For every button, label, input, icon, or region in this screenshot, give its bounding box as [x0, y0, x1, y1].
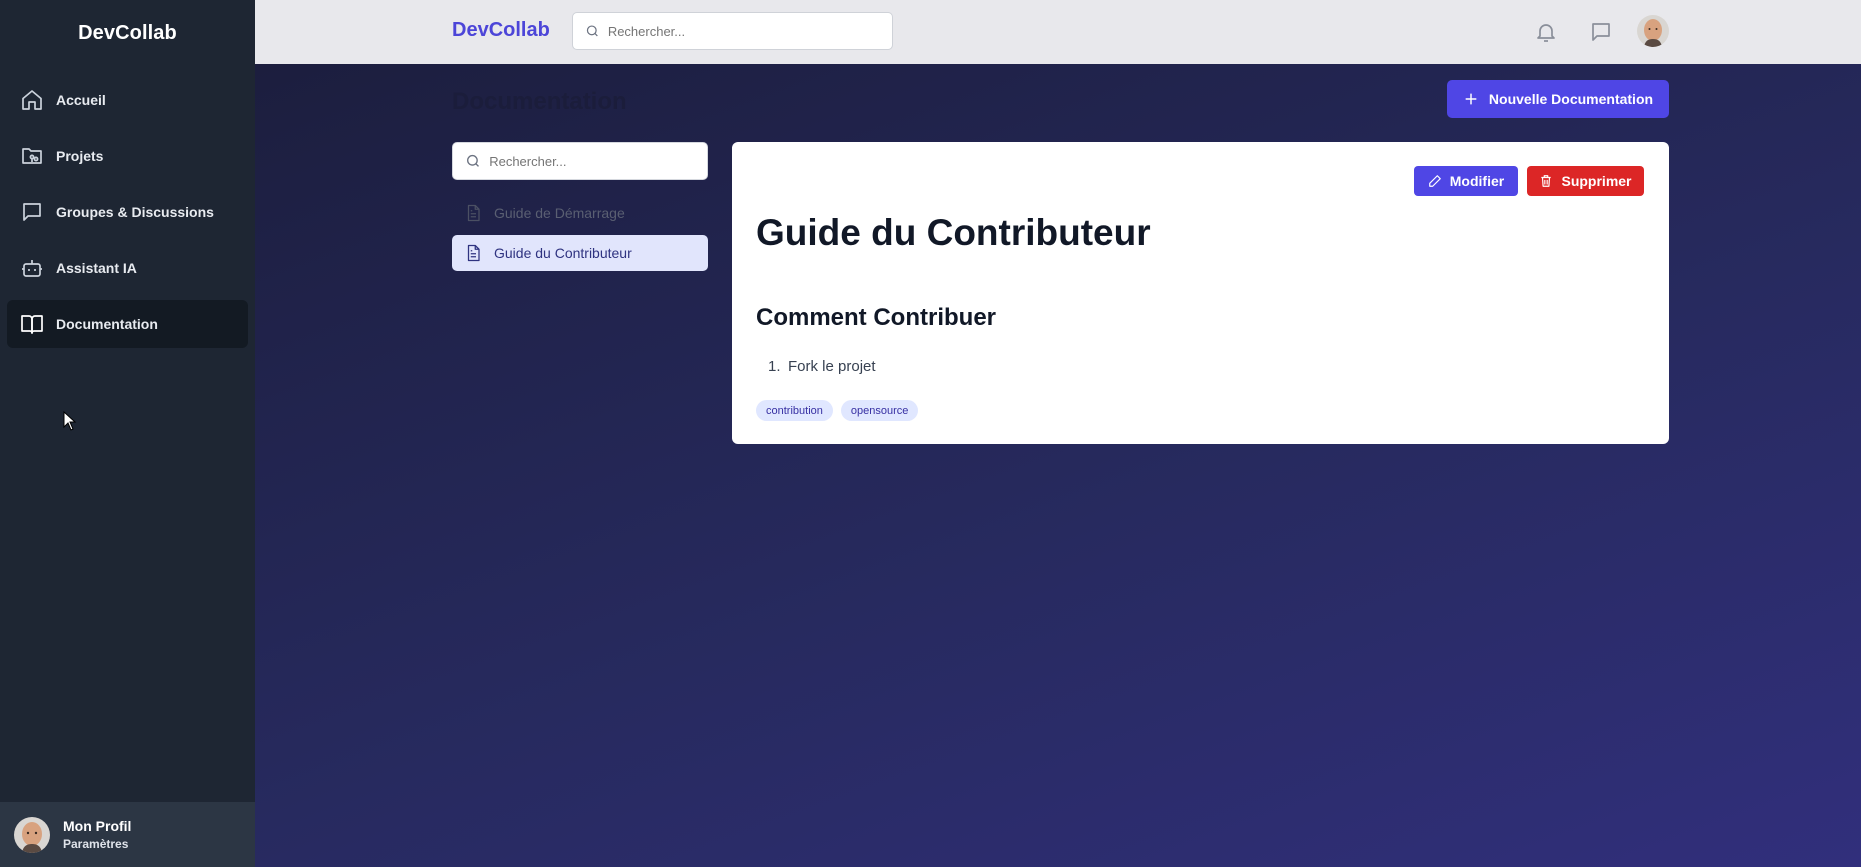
delete-label: Supprimer: [1561, 173, 1632, 189]
sidebar: DevCollab Accueil Projets Groupes & Disc…: [0, 0, 255, 867]
plus-icon: [1465, 93, 1477, 105]
sidebar-item-label: Accueil: [56, 92, 106, 108]
trash-icon: [1541, 175, 1552, 187]
page-title: Documentation: [452, 88, 627, 115]
document-heading: Comment Contribuer: [756, 304, 996, 331]
header-brand[interactable]: DevCollab: [452, 19, 550, 42]
search-icon: [586, 25, 598, 37]
user-avatar[interactable]: [1637, 15, 1669, 47]
profile-menu[interactable]: Mon Profil Paramètres: [0, 802, 255, 867]
bell-icon[interactable]: [1534, 20, 1558, 44]
file-text-icon: [467, 244, 480, 262]
sidebar-item-label: Projets: [56, 148, 104, 164]
list-item-number: 1.: [768, 358, 781, 375]
home-icon: [22, 90, 42, 110]
document-list: Guide de Démarrage Guide du Contributeur: [452, 195, 708, 275]
list-item-text: Fork le projet: [788, 358, 876, 375]
sidebar-item-groupes[interactable]: Groupes & Discussions: [7, 188, 248, 236]
delete-button[interactable]: Supprimer: [1527, 166, 1644, 196]
doc-search-input[interactable]: [489, 153, 707, 169]
sidebar-item-label: Groupes & Discussions: [56, 204, 214, 220]
tag[interactable]: opensource: [840, 400, 919, 421]
document-item-label: Guide de Démarrage: [494, 205, 625, 221]
sidebar-item-documentation[interactable]: Documentation: [7, 300, 248, 348]
edit-label: Modifier: [1449, 173, 1505, 189]
bot-icon: [22, 260, 42, 277]
chat-icon: [23, 203, 41, 221]
profile-name: Mon Profil: [63, 818, 132, 834]
sidebar-item-label: Documentation: [56, 316, 158, 332]
doc-search[interactable]: [452, 142, 708, 180]
sidebar-item-projets[interactable]: Projets: [7, 132, 248, 180]
document-viewer: Modifier Supprimer Guide du Contributeur…: [732, 142, 1669, 444]
tag[interactable]: contribution: [756, 400, 833, 421]
document-item-guide-contributeur[interactable]: Guide du Contributeur: [452, 235, 708, 271]
sidebar-item-accueil[interactable]: Accueil: [7, 76, 248, 124]
new-documentation-button[interactable]: Nouvelle Documentation: [1447, 80, 1669, 118]
folder-git-icon: [22, 148, 42, 164]
search-icon: [467, 154, 479, 167]
edit-button[interactable]: Modifier: [1414, 166, 1518, 196]
search-input[interactable]: [607, 23, 892, 39]
tag-list: contribution opensource: [756, 400, 926, 421]
sidebar-item-label: Assistant IA: [56, 260, 137, 276]
document-item-label: Guide du Contributeur: [494, 245, 632, 261]
file-text-icon: [467, 204, 480, 222]
top-bar: DevCollab: [255, 0, 1861, 64]
sidebar-item-assistant[interactable]: Assistant IA: [7, 244, 248, 292]
list-item: 1. Fork le projet: [756, 358, 876, 375]
sidebar-brand[interactable]: DevCollab: [0, 0, 255, 66]
profile-settings-link[interactable]: Paramètres: [63, 837, 131, 851]
message-icon[interactable]: [1589, 20, 1613, 44]
header-search[interactable]: [572, 12, 893, 50]
sidebar-nav: Accueil Projets Groupes & Discussions As…: [0, 66, 255, 366]
book-open-icon: [21, 315, 43, 334]
avatar: [14, 816, 50, 853]
document-title: Guide du Contributeur: [756, 212, 1151, 253]
main-content: Documentation Nouvelle Documentation Gui…: [255, 64, 1861, 867]
new-documentation-label: Nouvelle Documentation: [1488, 91, 1654, 107]
document-item-guide-demarrage[interactable]: Guide de Démarrage: [452, 195, 708, 231]
mouse-cursor-icon: [63, 411, 77, 431]
pencil-icon: [1428, 175, 1441, 187]
